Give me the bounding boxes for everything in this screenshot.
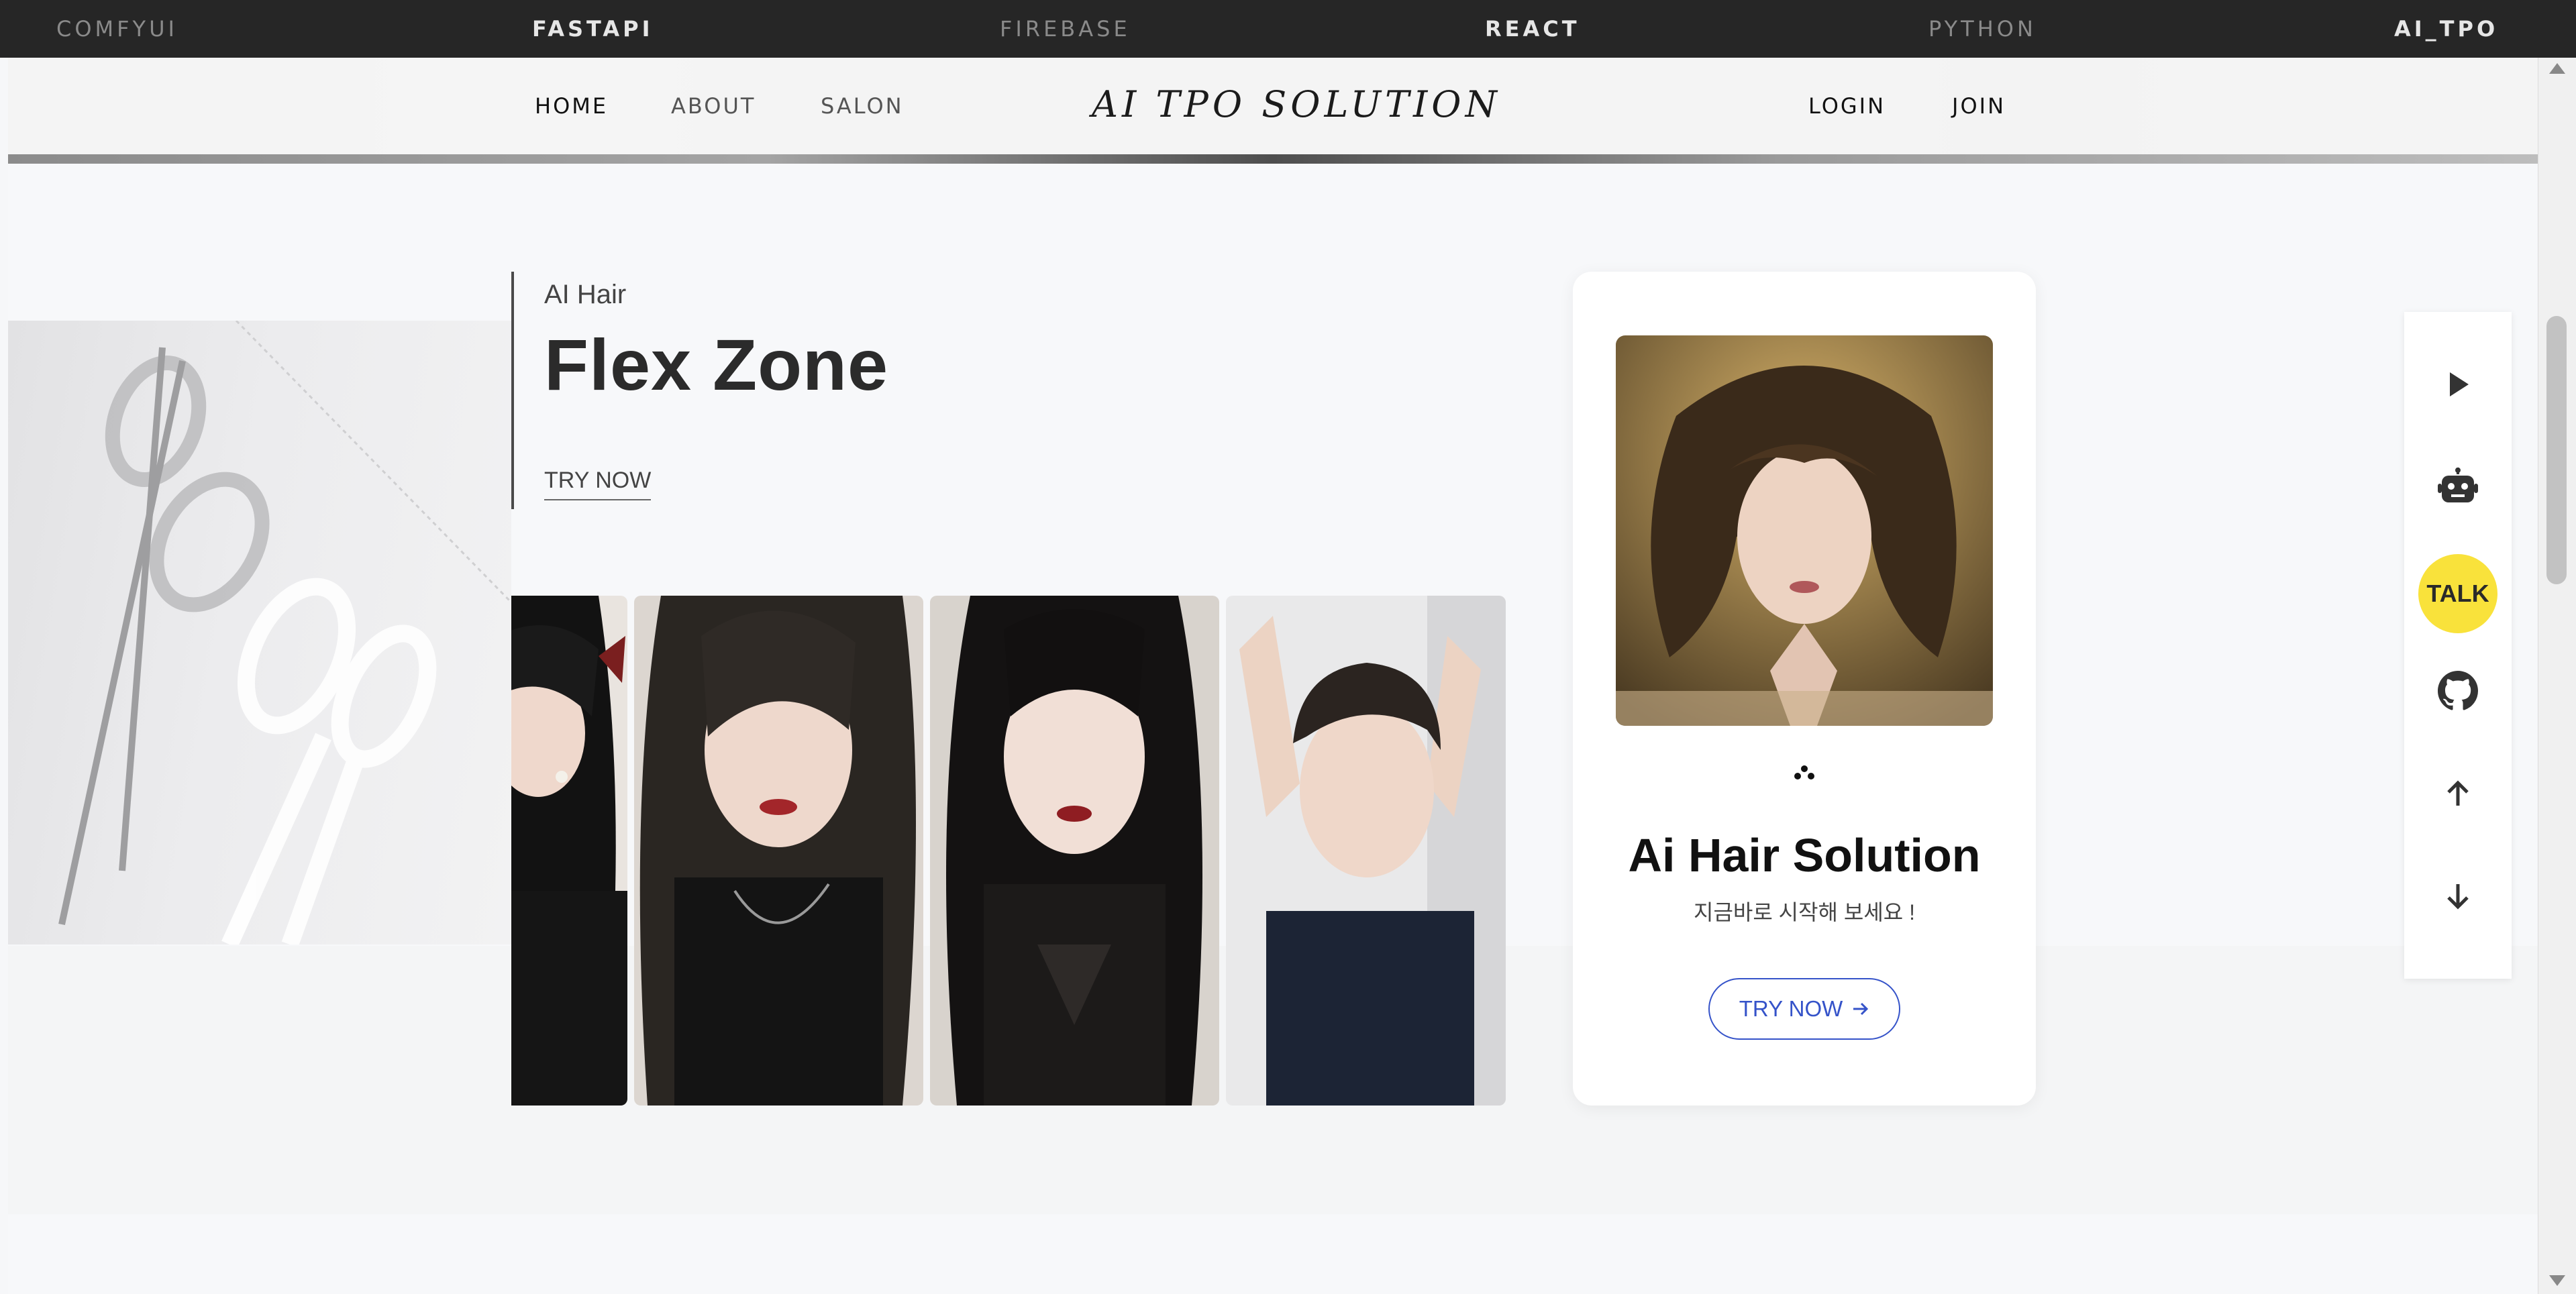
card-portrait-image (1616, 335, 1993, 726)
portrait-photo[interactable] (1226, 596, 1506, 1106)
tech-link-python[interactable]: PYTHON (1928, 0, 2037, 58)
tech-link-comfyui[interactable]: COMFYUI (56, 0, 178, 58)
arrow-up-icon (2442, 777, 2474, 813)
nav-home[interactable]: HOME (535, 93, 608, 119)
intro-block: AI Hair Flex Zone TRY NOW (511, 272, 1118, 509)
card-try-now-label: TRY NOW (1739, 996, 1843, 1021)
nav-join[interactable]: JOIN (1952, 93, 2006, 119)
scroll-up-arrow-icon[interactable] (2549, 63, 2565, 74)
nav-about[interactable]: ABOUT (671, 93, 756, 119)
portrait-photo[interactable] (511, 596, 627, 1106)
quick-menu: TALK (2404, 312, 2512, 979)
brand-logo[interactable]: AI TPO SOLUTION (1092, 83, 1501, 125)
robot-button[interactable] (2404, 451, 2512, 525)
scissors-background-image (8, 321, 511, 945)
arrow-right-icon (1852, 996, 1869, 1022)
arrow-down-icon (2442, 880, 2474, 916)
tech-bar: COMFYUI FASTAPI FIREBASE REACT PYTHON AI… (0, 0, 2576, 58)
scroll-bottom-button[interactable] (2404, 861, 2512, 934)
nav-hero-strip (8, 154, 2538, 164)
page-scrollbar[interactable] (2538, 58, 2576, 1294)
tech-link-ai-tpo[interactable]: AI_TPO (2394, 0, 2498, 58)
card-title: Ai Hair Solution (1628, 829, 1981, 881)
nav-salon[interactable]: SALON (821, 93, 904, 119)
nav-login[interactable]: LOGIN (1808, 93, 1886, 119)
tech-link-react[interactable]: REACT (1485, 0, 1580, 58)
tech-link-firebase[interactable]: FIREBASE (1000, 0, 1131, 58)
intro-subtitle: AI Hair (544, 280, 627, 309)
talk-badge: TALK (2418, 554, 2497, 633)
talk-label: TALK (2426, 580, 2489, 607)
tech-link-fastapi[interactable]: FASTAPI (532, 0, 653, 58)
scroll-down-arrow-icon[interactable] (2549, 1275, 2565, 1286)
play-button[interactable] (2404, 349, 2512, 423)
intro-try-now-link[interactable]: TRY NOW (544, 468, 652, 500)
portrait-photo[interactable] (930, 596, 1219, 1106)
scroll-top-button[interactable] (2404, 758, 2512, 832)
main-nav: HOME ABOUT SALON AI TPO SOLUTION LOGIN J… (8, 58, 2538, 164)
robot-icon (2438, 467, 2478, 508)
scroll-thumb[interactable] (2546, 316, 2567, 584)
sparkle-icon (1793, 765, 1816, 786)
github-button[interactable] (2404, 655, 2512, 729)
play-icon (2444, 370, 2471, 402)
ai-hair-card: Ai Hair Solution 지금바로 시작해 보세요 ! TRY NOW (1573, 272, 2036, 1106)
portrait-photo[interactable] (634, 596, 923, 1106)
talk-button[interactable]: TALK (2404, 553, 2512, 634)
intro-title: Flex Zone (544, 324, 889, 405)
portrait-gallery (511, 596, 1506, 1106)
card-try-now-button[interactable]: TRY NOW (1708, 978, 1900, 1040)
card-subtitle: 지금바로 시작해 보세요 ! (1694, 900, 1915, 924)
github-icon (2438, 670, 2478, 714)
